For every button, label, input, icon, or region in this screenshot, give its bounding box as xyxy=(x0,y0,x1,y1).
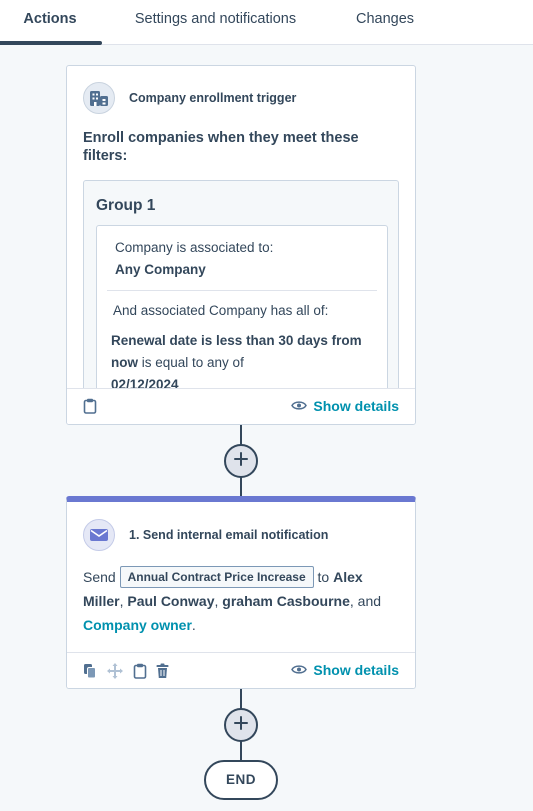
add-action-button[interactable] xyxy=(224,708,258,742)
action-header: 1. Send internal email notification xyxy=(83,519,328,551)
email-name-pill[interactable]: Annual Contract Price Increase xyxy=(119,566,314,588)
recipient-paul-conway: Paul Conway xyxy=(127,593,215,609)
action-summary: Send Annual Contract Price Increase to A… xyxy=(83,565,403,637)
building-icon xyxy=(83,82,115,114)
action-show-details-button[interactable]: Show details xyxy=(291,662,399,678)
plus-icon xyxy=(234,715,248,735)
active-tab-indicator xyxy=(0,41,102,45)
association-label: Company is associated to: xyxy=(115,240,274,255)
send-email-action-card[interactable]: 1. Send internal email notification Send… xyxy=(66,496,416,689)
enrollment-trigger-card[interactable]: Company enrollment trigger Enroll compan… xyxy=(66,65,416,425)
recipient-company-owner-link[interactable]: Company owner xyxy=(83,617,192,633)
end-node: END xyxy=(204,760,278,800)
filter-group: Group 1 Company is associated to: Any Co… xyxy=(83,180,399,420)
filter-condition: Renewal date is less than 30 days from n… xyxy=(111,330,373,396)
trash-icon[interactable] xyxy=(156,663,169,684)
eye-icon xyxy=(291,662,308,678)
tab-changes[interactable]: Changes xyxy=(340,0,430,40)
filter-operator: is equal to any of xyxy=(138,355,244,370)
show-details-label: Show details xyxy=(313,398,399,414)
trigger-show-details-button[interactable]: Show details xyxy=(291,398,399,414)
trigger-description: Enroll companies when they meet these fi… xyxy=(83,130,359,164)
envelope-icon xyxy=(83,519,115,551)
tab-settings-and-notifications[interactable]: Settings and notifications xyxy=(118,0,313,40)
associated-condition-label: And associated Company has all of: xyxy=(113,303,329,318)
send-word: Send xyxy=(83,569,116,585)
plus-icon xyxy=(234,451,248,471)
trigger-header: Company enrollment trigger xyxy=(83,82,296,114)
recipient-graham-casbourne: graham Casbourne xyxy=(222,593,350,609)
show-details-label: Show details xyxy=(313,662,399,678)
eye-icon xyxy=(291,398,308,414)
action-title: 1. Send internal email notification xyxy=(129,528,329,542)
association-value: Any Company xyxy=(115,262,206,277)
group-title: Group 1 xyxy=(96,197,156,214)
clipboard-icon[interactable] xyxy=(83,398,97,419)
copy-icon[interactable] xyxy=(83,663,97,684)
tab-actions[interactable]: Actions xyxy=(0,0,100,40)
action-footer: Show details xyxy=(67,652,415,688)
add-action-button[interactable] xyxy=(224,444,258,478)
to-word: to xyxy=(317,569,330,585)
trigger-footer: Show details xyxy=(67,388,415,424)
clipboard-icon[interactable] xyxy=(133,663,147,684)
move-icon[interactable] xyxy=(106,662,124,685)
tab-bar: Actions Settings and notifications Chang… xyxy=(0,0,533,45)
trigger-title: Company enrollment trigger xyxy=(129,91,297,105)
and-word: , and xyxy=(349,593,382,609)
filter-divider xyxy=(107,290,377,291)
